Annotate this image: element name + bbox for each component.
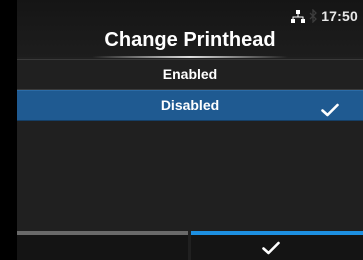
option-label: Disabled: [160, 97, 220, 113]
status-bar: 17:50: [291, 7, 358, 25]
option-disabled[interactable]: Disabled: [17, 90, 363, 121]
option-label: Enabled: [162, 66, 218, 82]
header: 17:50 Change Printhead: [17, 0, 363, 58]
option-list: Enabled Disabled: [17, 59, 363, 121]
check-icon: [262, 241, 280, 255]
page-title: Change Printhead: [104, 29, 276, 51]
option-enabled[interactable]: Enabled: [17, 59, 363, 90]
left-soft-key[interactable]: [17, 231, 188, 260]
title-divider: [92, 56, 288, 58]
confirm-button[interactable]: [191, 231, 363, 260]
network-icon: [291, 9, 306, 23]
check-icon: [321, 98, 339, 117]
confirm-button-indicator: [191, 231, 363, 235]
left-soft-key-indicator: [17, 231, 188, 235]
printer-display: 17:50 Change Printhead Enabled Disabled: [17, 0, 363, 260]
clock: 17:50: [321, 8, 358, 24]
bluetooth-icon: [309, 9, 318, 23]
soft-key-bar: [17, 231, 363, 260]
